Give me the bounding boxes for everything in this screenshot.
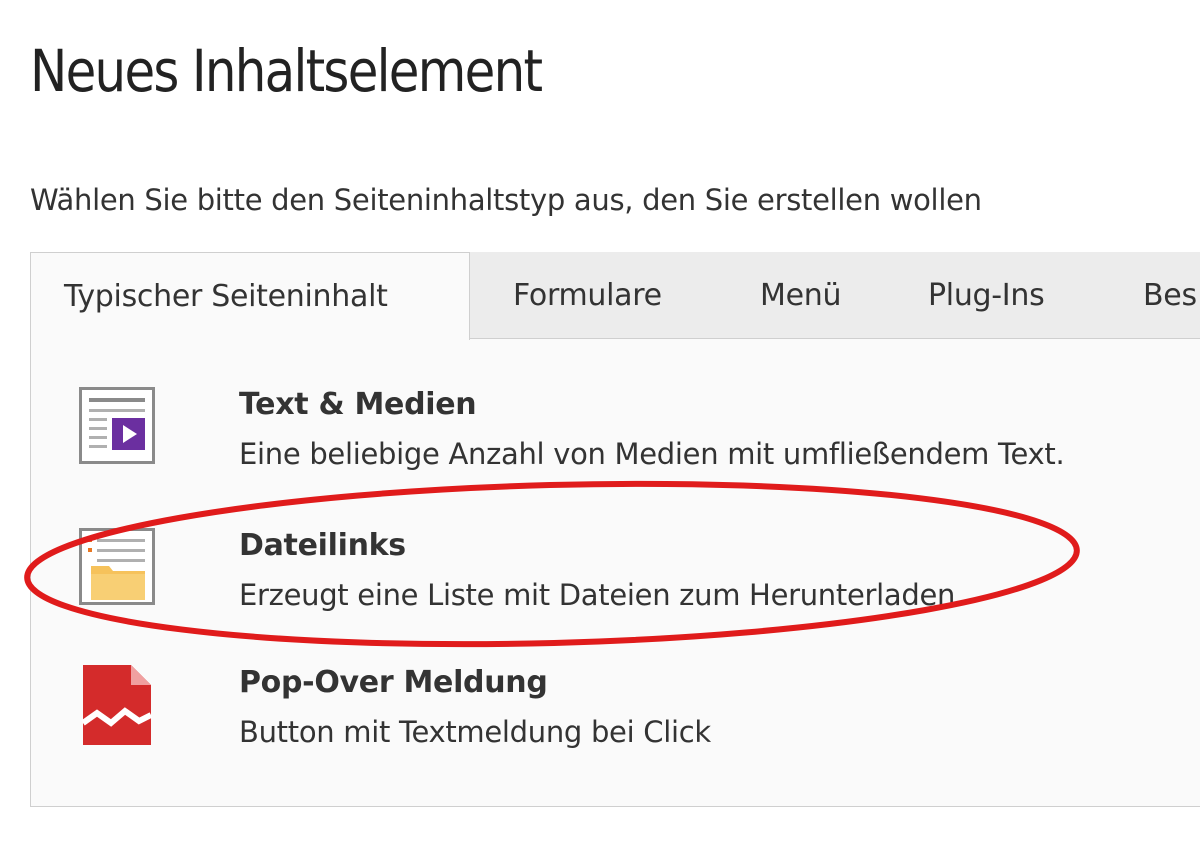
tab-plug-ins[interactable]: Plug-Ins: [928, 252, 1045, 338]
tab-formulare[interactable]: Formulare: [513, 252, 662, 338]
item-description: Eine beliebige Anzahl von Medien mit umf…: [239, 437, 1065, 471]
file-links-icon: [79, 528, 155, 605]
item-title: Text & Medien: [239, 387, 477, 422]
tab-bar: Typischer Seiteninhalt Formulare Menü Pl…: [0, 252, 1200, 340]
popover-icon: [81, 665, 153, 745]
tab-besondere[interactable]: Bes: [1143, 252, 1197, 338]
tab-typischer-seiteninhalt[interactable]: Typischer Seiteninhalt: [30, 252, 470, 340]
page-title: Neues Inhaltselement: [30, 37, 543, 105]
item-description: Button mit Textmeldung bei Click: [239, 715, 711, 749]
content-type-popover[interactable]: Pop-Over Meldung Button mit Textmeldung …: [79, 665, 1179, 765]
tab-menu[interactable]: Menü: [760, 252, 841, 338]
item-title: Dateilinks: [239, 528, 406, 563]
page-subtitle: Wählen Sie bitte den Seiteninhaltstyp au…: [30, 183, 982, 217]
text-media-icon: [79, 387, 155, 464]
item-description: Erzeugt eine Liste mit Dateien zum Herun…: [239, 578, 964, 612]
content-type-file-links[interactable]: Dateilinks Erzeugt eine Liste mit Dateie…: [79, 528, 1179, 628]
content-type-text-media[interactable]: Text & Medien Eine beliebige Anzahl von …: [79, 387, 1179, 487]
content-panel: Text & Medien Eine beliebige Anzahl von …: [30, 339, 1200, 807]
item-title: Pop-Over Meldung: [239, 665, 548, 700]
